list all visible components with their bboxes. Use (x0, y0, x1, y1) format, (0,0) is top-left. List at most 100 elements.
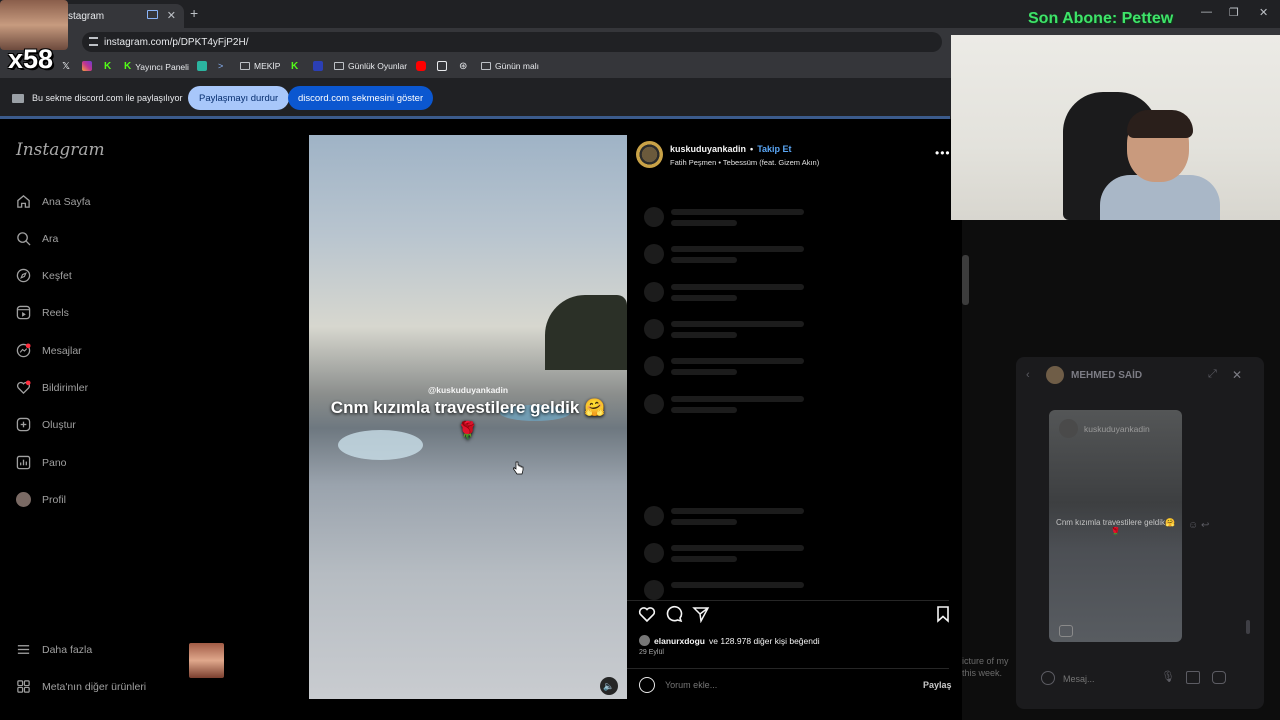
reels-icon (16, 305, 31, 320)
kick-bookmark-icon[interactable]: K (104, 61, 111, 72)
sticker-icon[interactable] (1212, 671, 1226, 684)
comment-input[interactable] (665, 680, 905, 690)
emoji-icon[interactable] (1041, 671, 1055, 685)
hand-cursor-icon (513, 461, 524, 475)
emote-counter: x58 (8, 44, 54, 74)
instagram-bookmark-icon[interactable] (82, 61, 92, 71)
follow-button[interactable]: Takip Et (757, 144, 791, 154)
x-bookmark-icon[interactable]: 𝕏 (62, 61, 70, 72)
post-header: kuskuduyankadin • Takip Et (670, 144, 792, 154)
image-icon[interactable] (1186, 671, 1200, 684)
nav-meta-products[interactable]: Meta'nın diğer ürünleri (16, 679, 146, 694)
mic-icon[interactable]: 🎙 (1161, 670, 1175, 683)
youtube-bookmark-icon[interactable] (416, 61, 426, 71)
last-subscriber-label: Son Abone: Pettew (1028, 10, 1174, 27)
bookmark-app-icon[interactable] (197, 61, 207, 71)
heart-icon (17, 380, 31, 395)
streamer-hair (1127, 110, 1193, 138)
react-icon[interactable]: ☺ ↩ (1188, 520, 1209, 531)
like-icon[interactable] (638, 605, 656, 623)
nav-dashboard[interactable]: Pano (16, 455, 67, 470)
terminal-bookmark-icon[interactable]: > (218, 61, 223, 71)
dm-scrollbar[interactable] (1246, 620, 1250, 634)
new-tab-button[interactable]: + (190, 5, 198, 21)
kick-bookmark-icon[interactable]: K (291, 61, 298, 72)
dot-separator: • (750, 144, 754, 154)
minimize-icon[interactable]: — (1201, 6, 1212, 18)
likes-summary[interactable]: elanurxdogu ve 128.978 diğer kişi beğend… (639, 635, 820, 646)
scrollbar[interactable] (962, 255, 969, 305)
search-icon (17, 232, 31, 246)
video-cliff (545, 295, 627, 370)
comment-icon[interactable] (665, 605, 683, 623)
liker-username[interactable]: elanurxdogu (654, 636, 705, 646)
blue-bookmark-icon[interactable] (313, 61, 323, 71)
author-username[interactable]: kuskuduyankadin (670, 144, 746, 154)
folder-icon (240, 62, 250, 70)
sharing-notice: Bu sekme discord.com ile paylaşılıyor (12, 93, 183, 103)
grid-icon (17, 680, 30, 693)
more-options-icon[interactable]: ••• (935, 146, 951, 160)
card-username: kuskuduyankadin (1084, 424, 1150, 434)
background-text: icture of my this week. (962, 656, 1009, 678)
emote-image (0, 0, 68, 50)
post-comment-button[interactable]: Paylaş (923, 680, 952, 690)
compass-icon (16, 268, 31, 283)
instagram-logo[interactable]: Instagram (16, 140, 105, 160)
emote-sticker (189, 643, 224, 678)
emoji-icon[interactable] (639, 677, 655, 693)
cast-icon (147, 10, 158, 19)
kick-icon: K (124, 61, 132, 72)
nav-reels[interactable]: Reels (16, 305, 69, 320)
save-icon[interactable] (934, 605, 952, 623)
close-icon[interactable]: ✕ (1232, 368, 1242, 382)
dm-avatar (1046, 366, 1064, 384)
nav-more[interactable]: Daha fazla (16, 642, 92, 657)
nav-create[interactable]: Oluştur (16, 417, 76, 432)
nav-search[interactable]: Ara (16, 231, 58, 246)
restore-icon[interactable]: ❐ (1229, 6, 1239, 19)
nav-profile[interactable]: Profil (16, 492, 66, 507)
close-tab-icon[interactable]: ✕ (167, 9, 176, 22)
card-caption: Cnm kızımla travestilere geldik🤗🌹 (1056, 518, 1175, 536)
menu-icon (17, 645, 30, 654)
messenger-icon (16, 343, 31, 358)
post-date: 29 Eylül (639, 649, 664, 656)
site-info-icon[interactable] (89, 37, 98, 46)
plus-icon (16, 417, 31, 432)
close-window-icon[interactable]: ✕ (1259, 6, 1268, 19)
stop-sharing-button[interactable]: Paylaşmayı durdur (188, 86, 290, 110)
share-icon[interactable] (692, 605, 710, 623)
url-text: instagram.com/p/DPKT4yFjP2H/ (104, 36, 249, 48)
nav-notifications[interactable]: Bildirimler (16, 380, 88, 395)
bookmark-gunun-mali[interactable]: Günün malı (481, 61, 539, 71)
back-chevron-icon[interactable]: ‹ (1026, 369, 1030, 381)
dm-message-input[interactable] (1063, 674, 1143, 684)
bookmark-gunluk-oyunlar[interactable]: Günlük Oyunlar (334, 61, 407, 71)
dashboard-icon (16, 455, 31, 470)
profile-avatar (16, 492, 31, 507)
mute-button[interactable]: 🔈 (600, 677, 618, 695)
divider (627, 668, 949, 669)
nav-messages[interactable]: Mesajlar (16, 343, 82, 358)
show-discord-tab-button[interactable]: discord.com sekmesini göster (288, 86, 434, 110)
address-bar[interactable]: instagram.com/p/DPKT4yFjP2H/ (82, 32, 942, 52)
liker-avatar (639, 635, 650, 646)
audio-info[interactable]: Fatih Peşmen • Tebessüm (feat. Gizem Akı… (670, 158, 819, 167)
divider (627, 600, 949, 601)
image-bookmark-icon[interactable] (437, 61, 447, 71)
nav-home[interactable]: Ana Sayfa (16, 194, 90, 209)
author-avatar[interactable] (636, 141, 663, 168)
folder-icon (481, 62, 491, 70)
likes-count[interactable]: ve 128.978 diğer kişi beğendi (709, 636, 820, 646)
tab-title: stagram (68, 10, 105, 22)
expand-icon[interactable]: ⤢ (1208, 368, 1217, 381)
chatgpt-bookmark-icon[interactable]: ⊛ (459, 61, 467, 72)
screen-share-icon (12, 93, 24, 103)
bookmark-mekip[interactable]: MEKİP (240, 61, 280, 71)
bookmark-yayinci-paneli[interactable]: K Yayıncı Paneli (124, 61, 189, 72)
nav-explore[interactable]: Keşfet (16, 268, 72, 283)
dm-title[interactable]: MEHMED SAİD (1071, 370, 1142, 381)
video-caption: Cnm kızımla travestilere geldik 🤗🌹 (330, 398, 606, 440)
folder-icon (334, 62, 344, 70)
